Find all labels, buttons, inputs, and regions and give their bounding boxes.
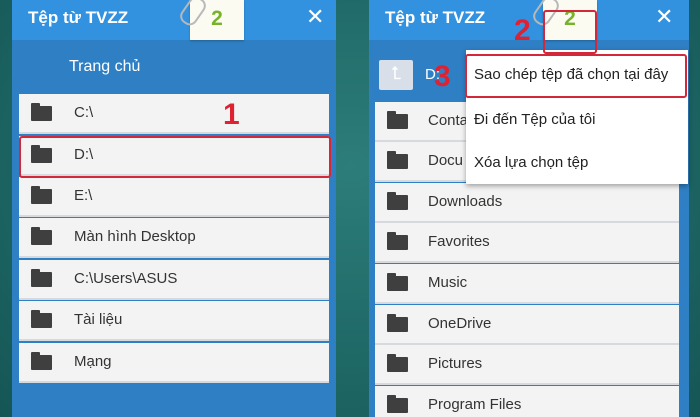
folder-row[interactable]: E:\ <box>19 177 329 217</box>
folder-label: C:\ <box>74 104 94 121</box>
folder-icon <box>31 310 52 328</box>
folder-row[interactable]: Tài liệu <box>19 301 329 341</box>
folder-icon <box>31 103 52 121</box>
folder-row[interactable]: Pictures <box>375 345 679 385</box>
folder-label: Conta <box>428 112 469 129</box>
clipboard-count: 2 <box>211 7 223 30</box>
step-number-3: 3 <box>434 60 451 93</box>
folder-row[interactable]: Program Files <box>375 386 679 417</box>
folder-icon <box>387 151 408 169</box>
arrow-up-icon: ⮤ <box>390 63 402 83</box>
folder-icon <box>387 111 408 129</box>
folder-row[interactable]: Mạng <box>19 343 329 383</box>
titlebar: Tệp từ TVZZ ✕ <box>12 0 336 40</box>
folder-label: Favorites <box>428 233 490 250</box>
clipboard-badge[interactable]: 2 <box>177 0 244 40</box>
folder-label: Mạng <box>74 353 112 370</box>
folder-row[interactable]: OneDrive <box>375 305 679 345</box>
folder-icon <box>387 395 408 413</box>
up-folder-button[interactable]: ⮤ <box>379 60 413 90</box>
folder-icon <box>387 273 408 291</box>
folder-row[interactable]: C:\Users\ASUS <box>19 260 329 300</box>
left-file-picker-window: Tệp từ TVZZ ✕ 2 Trang chủ C:\ D:\ E:\ Mà… <box>12 0 336 417</box>
folder-label: Docu <box>428 152 464 169</box>
folder-icon <box>387 192 408 210</box>
menu-item-clear-selection[interactable]: Xóa lựa chọn tệp <box>474 154 588 171</box>
folder-icon <box>31 186 52 204</box>
folder-row[interactable]: Màn hình Desktop <box>19 218 329 258</box>
step-number-1: 1 <box>223 98 240 131</box>
close-icon[interactable]: ✕ <box>306 6 324 28</box>
folder-label: Màn hình Desktop <box>74 228 196 245</box>
window-title: Tệp từ TVZZ <box>385 8 486 27</box>
folder-icon <box>387 354 408 372</box>
folder-icon <box>387 232 408 250</box>
folder-row[interactable]: Favorites <box>375 223 679 263</box>
folder-icon <box>387 314 408 332</box>
close-icon[interactable]: ✕ <box>655 6 673 28</box>
folder-label: OneDrive <box>428 315 492 332</box>
folder-icon <box>31 269 52 287</box>
folder-row[interactable]: C:\ <box>19 94 329 134</box>
folder-label: E:\ <box>74 187 93 204</box>
folder-label: Music <box>428 274 468 291</box>
folder-label: Pictures <box>428 355 483 372</box>
folder-label: Downloads <box>428 193 503 210</box>
folder-icon <box>31 227 52 245</box>
folder-row[interactable]: Music <box>375 264 679 304</box>
folder-row[interactable]: Downloads <box>375 183 679 223</box>
menu-item-go-to-my-files[interactable]: Đi đến Tệp của tôi <box>474 111 595 128</box>
highlight-drive-d <box>19 136 331 178</box>
highlight-clipboard-badge <box>543 10 597 54</box>
highlight-copy-option <box>465 54 687 98</box>
step-number-2: 2 <box>514 14 531 47</box>
breadcrumb-home[interactable]: Trang chủ <box>69 58 140 76</box>
window-title: Tệp từ TVZZ <box>28 8 129 27</box>
folder-label: Program Files <box>428 396 522 413</box>
folder-label: C:\Users\ASUS <box>74 270 178 287</box>
folder-icon <box>31 352 52 370</box>
folder-label: Tài liệu <box>74 311 123 328</box>
